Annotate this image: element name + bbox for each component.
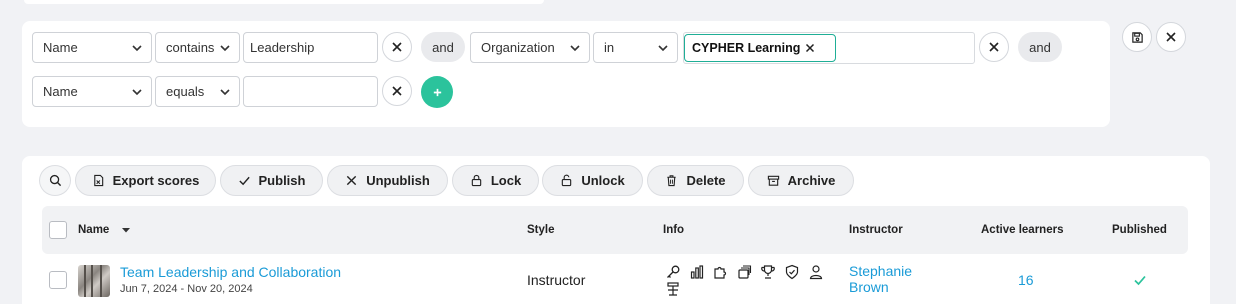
search-button[interactable] bbox=[39, 165, 71, 196]
chevron-down-icon bbox=[132, 45, 142, 52]
chevron-down-icon bbox=[220, 89, 230, 96]
archive-button[interactable]: Archive bbox=[748, 165, 854, 196]
filter-value-input-1[interactable]: Leadership bbox=[243, 32, 378, 63]
unlock-icon bbox=[562, 174, 572, 187]
active-learners-link[interactable]: 16 bbox=[1018, 272, 1034, 288]
close-icon bbox=[347, 175, 357, 186]
remove-filter-button-1[interactable] bbox=[382, 32, 412, 62]
filter-value-input-3[interactable] bbox=[243, 76, 378, 107]
lock-label: Lock bbox=[490, 173, 522, 188]
column-header-instructor: Instructor bbox=[849, 224, 903, 236]
export-scores-button[interactable]: Export scores bbox=[75, 165, 216, 196]
instructor-first-name: Stephanie bbox=[849, 263, 913, 279]
conjunction-label: and bbox=[432, 39, 454, 55]
filter-field-value: Organization bbox=[481, 40, 555, 55]
close-icon bbox=[392, 86, 402, 96]
filter-operator-select-2[interactable]: in bbox=[593, 32, 678, 63]
organization-tag: CYPHER Learning bbox=[684, 34, 836, 62]
published-check-icon bbox=[1134, 275, 1146, 286]
column-header-published: Published bbox=[1112, 224, 1167, 236]
top-panel-edge bbox=[24, 0, 544, 4]
filter-field-value: Name bbox=[43, 40, 78, 55]
course-date-range: Jun 7, 2024 - Nov 20, 2024 bbox=[120, 283, 253, 295]
remove-filter-button-2[interactable] bbox=[979, 32, 1009, 62]
delete-label: Delete bbox=[686, 173, 726, 188]
lock-button[interactable]: Lock bbox=[452, 165, 539, 196]
archive-label: Archive bbox=[787, 173, 836, 188]
filter-field-select-2[interactable]: Organization bbox=[470, 32, 590, 63]
instructor-last-name: Brown bbox=[849, 279, 889, 295]
instructor-link[interactable]: Stephanie Brown bbox=[849, 263, 912, 295]
chevron-down-icon bbox=[570, 45, 580, 52]
close-filter-button[interactable] bbox=[1156, 22, 1186, 52]
close-icon bbox=[1166, 32, 1176, 42]
select-all-checkbox[interactable] bbox=[49, 221, 67, 239]
row-checkbox[interactable] bbox=[49, 271, 67, 289]
puzzle-icon bbox=[714, 266, 727, 279]
conjunction-toggle-2[interactable]: and bbox=[1018, 32, 1062, 62]
filter-operator-select-1[interactable]: contains bbox=[155, 32, 240, 63]
chevron-down-icon bbox=[220, 45, 230, 52]
column-header-name[interactable]: Name bbox=[78, 224, 131, 236]
trash-icon bbox=[667, 175, 677, 187]
publish-button[interactable]: Publish bbox=[220, 165, 323, 196]
chevron-down-icon bbox=[132, 89, 142, 96]
bar-chart-icon bbox=[690, 265, 704, 279]
unlock-button[interactable]: Unlock bbox=[542, 165, 643, 196]
add-filter-button[interactable] bbox=[421, 76, 453, 108]
user-icon bbox=[809, 265, 823, 280]
save-filter-button[interactable] bbox=[1122, 22, 1152, 52]
filter-operator-select-3[interactable]: equals bbox=[155, 76, 240, 107]
unlock-label: Unlock bbox=[581, 173, 625, 188]
publish-label: Publish bbox=[258, 173, 306, 188]
filter-value-text: Leadership bbox=[250, 40, 315, 55]
filter-operator-value: in bbox=[604, 40, 615, 55]
course-title-link[interactable]: Team Leadership and Collaboration bbox=[120, 264, 341, 280]
close-icon bbox=[989, 42, 999, 52]
remove-filter-button-3[interactable] bbox=[382, 76, 412, 106]
filter-field-value: Name bbox=[43, 84, 78, 99]
stack-icon bbox=[738, 265, 752, 279]
unpublish-label: Unpublish bbox=[366, 173, 430, 188]
chevron-down-icon bbox=[658, 45, 668, 52]
plus-icon bbox=[433, 88, 441, 96]
conjunction-label: and bbox=[1029, 39, 1051, 55]
save-icon bbox=[1131, 31, 1143, 43]
archive-icon bbox=[767, 175, 779, 186]
key-icon bbox=[667, 265, 680, 278]
course-style: Instructor bbox=[527, 272, 586, 288]
filter-field-select-3[interactable]: Name bbox=[32, 76, 152, 107]
course-thumbnail bbox=[78, 265, 110, 297]
export-scores-label: Export scores bbox=[112, 173, 200, 188]
delete-button[interactable]: Delete bbox=[647, 165, 744, 196]
close-icon bbox=[392, 42, 402, 52]
hierarchy-icon bbox=[667, 282, 679, 296]
export-file-icon bbox=[93, 174, 103, 187]
conjunction-toggle-1[interactable]: and bbox=[421, 32, 465, 62]
remove-tag-icon[interactable] bbox=[805, 43, 815, 53]
lock-icon bbox=[471, 174, 482, 187]
filter-operator-value: contains bbox=[166, 40, 215, 55]
search-icon bbox=[49, 174, 61, 187]
trophy-icon bbox=[761, 265, 775, 279]
filter-field-select-1[interactable]: Name bbox=[32, 32, 152, 63]
column-header-info: Info bbox=[663, 224, 685, 236]
check-icon bbox=[238, 176, 250, 186]
column-header-active-learners: Active learners bbox=[981, 224, 1064, 236]
filter-operator-value: equals bbox=[166, 84, 205, 99]
column-header-label: Name bbox=[78, 224, 110, 236]
column-header-style: Style bbox=[527, 224, 555, 236]
tag-label: CYPHER Learning bbox=[692, 41, 801, 55]
unpublish-button[interactable]: Unpublish bbox=[327, 165, 448, 196]
shield-check-icon bbox=[785, 264, 799, 280]
sort-desc-icon bbox=[121, 227, 130, 233]
